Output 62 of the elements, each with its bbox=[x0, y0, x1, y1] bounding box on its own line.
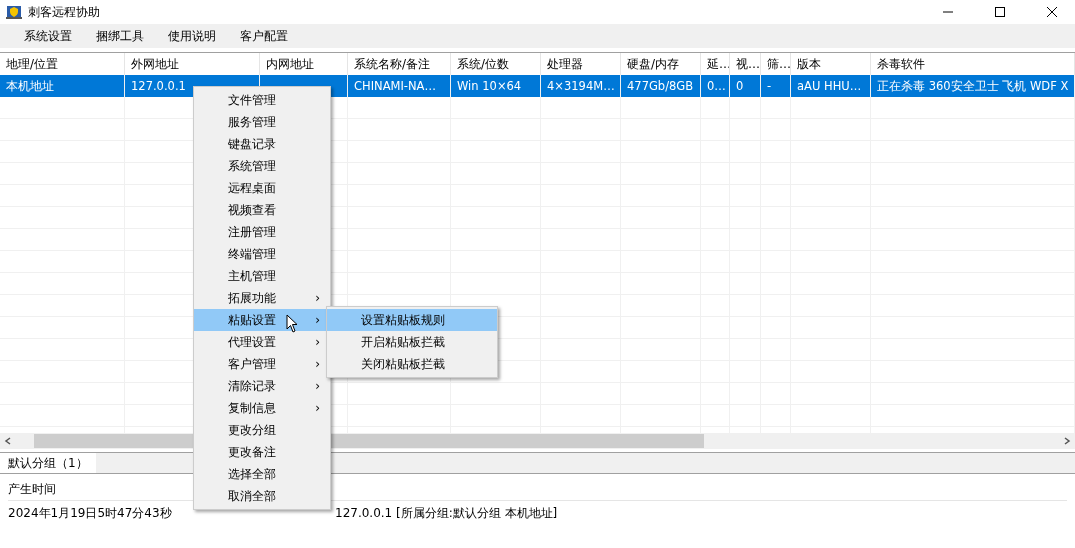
menu-item[interactable]: 客户配置 bbox=[228, 27, 300, 45]
submenu-item[interactable]: 设置粘贴板规则 bbox=[327, 309, 497, 331]
context-menu-item[interactable]: 复制信息 › bbox=[194, 397, 330, 419]
submenu-arrow-icon: › bbox=[315, 309, 320, 331]
context-menu-item[interactable]: 主机管理 bbox=[194, 265, 330, 287]
column-header[interactable]: 硬盘/内存 bbox=[621, 53, 701, 75]
close-icon bbox=[1046, 6, 1058, 18]
table-cell: 477Gb/8GB bbox=[621, 75, 701, 97]
submenu-arrow-icon: › bbox=[315, 331, 320, 353]
scroll-right-icon[interactable] bbox=[1063, 437, 1071, 445]
menu-item[interactable]: 使用说明 bbox=[156, 27, 228, 45]
mouse-cursor-icon bbox=[286, 314, 300, 334]
context-menu-item[interactable]: 拓展功能 › bbox=[194, 287, 330, 309]
context-menu-item[interactable]: 键盘记录 bbox=[194, 133, 330, 155]
context-menu-item[interactable]: 取消全部 bbox=[194, 485, 330, 507]
window-title: 刺客远程协助 bbox=[28, 3, 100, 21]
menu-item[interactable]: 系统设置 bbox=[12, 27, 84, 45]
table-cell: 4×3194M… bbox=[541, 75, 621, 97]
table-cell: 0 bbox=[730, 75, 761, 97]
column-header[interactable]: 延… bbox=[701, 53, 730, 75]
context-menu-item[interactable]: 更改备注 bbox=[194, 441, 330, 463]
column-header[interactable]: 视… bbox=[730, 53, 761, 75]
app-logo-icon bbox=[6, 4, 22, 20]
column-header[interactable]: 地理/位置 bbox=[0, 53, 125, 75]
column-header[interactable]: 外网地址 bbox=[125, 53, 260, 75]
column-header[interactable]: 系统/位数 bbox=[451, 53, 541, 75]
context-menu-item[interactable]: 选择全部 bbox=[194, 463, 330, 485]
table-cell: aAU HHU… bbox=[791, 75, 871, 97]
table-cell: 本机地址 bbox=[0, 75, 125, 97]
column-header[interactable]: 筛… bbox=[761, 53, 791, 75]
context-menu-item[interactable]: 代理设置 › bbox=[194, 331, 330, 353]
submenu-arrow-icon: › bbox=[315, 353, 320, 375]
submenu-arrow-icon: › bbox=[315, 397, 320, 419]
context-menu-item[interactable]: 清除记录 › bbox=[194, 375, 330, 397]
context-menu-item[interactable]: 视频查看 bbox=[194, 199, 330, 221]
column-header[interactable]: 杀毒软件 bbox=[871, 53, 1075, 75]
context-menu-item[interactable]: 客户管理 › bbox=[194, 353, 330, 375]
column-header[interactable]: 版本 bbox=[791, 53, 871, 75]
context-menu-item[interactable]: 更改分组 bbox=[194, 419, 330, 441]
column-header[interactable]: 内网地址 bbox=[260, 53, 348, 75]
submenu-item[interactable]: 开启粘贴板拦截 bbox=[327, 331, 497, 353]
table-cell: 正在杀毒 360安全卫士 飞机 WDF X bbox=[871, 75, 1075, 97]
group-tab[interactable]: 默认分组（1） bbox=[0, 453, 96, 473]
context-menu-item[interactable]: 服务管理 bbox=[194, 111, 330, 133]
table-cell: Win 10×64 bbox=[451, 75, 541, 97]
maximize-icon bbox=[994, 6, 1006, 18]
table-cell: - bbox=[761, 75, 791, 97]
menu-item[interactable]: 捆绑工具 bbox=[84, 27, 156, 45]
log-time: 2024年1月19日5时47分43秒 bbox=[8, 505, 173, 522]
column-header[interactable]: 处理器 bbox=[541, 53, 621, 75]
context-menu-item[interactable]: 终端管理 bbox=[194, 243, 330, 265]
context-menu-item[interactable]: 远程桌面 bbox=[194, 177, 330, 199]
table-cell: CHINAMI-NA… bbox=[348, 75, 451, 97]
submenu-arrow-icon: › bbox=[315, 375, 320, 397]
scroll-left-icon[interactable] bbox=[4, 437, 12, 445]
submenu-arrow-icon: › bbox=[315, 287, 320, 309]
submenu-item[interactable]: 关闭粘贴板拦截 bbox=[327, 353, 497, 375]
log-message: 127.0.0.1 [所属分组:默认分组 本机地址] bbox=[335, 505, 558, 522]
context-menu-item[interactable]: 系统管理 bbox=[194, 155, 330, 177]
context-menu-item[interactable]: 注册管理 bbox=[194, 221, 330, 243]
column-header[interactable]: 系统名称/备注 bbox=[348, 53, 451, 75]
table-cell: 0… bbox=[701, 75, 730, 97]
